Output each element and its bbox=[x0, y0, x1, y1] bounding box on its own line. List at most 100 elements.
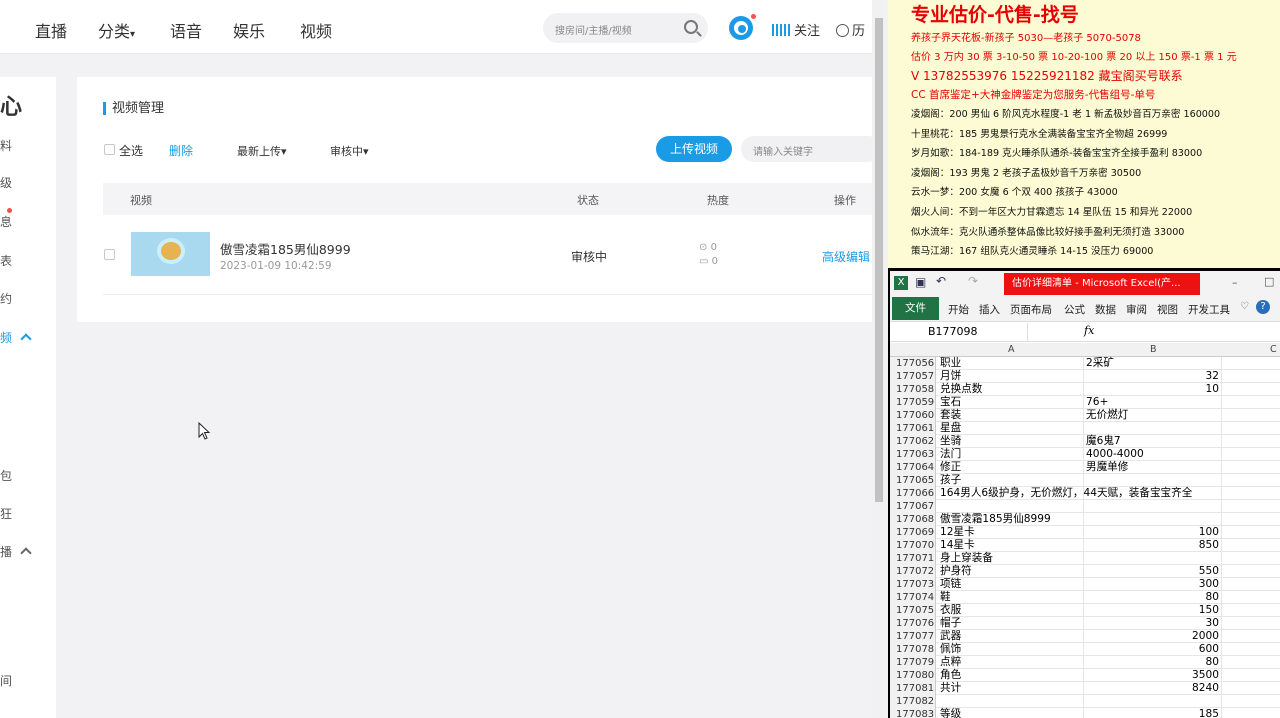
sort-dropdown[interactable]: 最新上传▾ bbox=[237, 143, 287, 159]
table-row[interactable]: 177079 点粹 80 bbox=[890, 656, 1280, 669]
cell-b[interactable] bbox=[1083, 552, 1221, 565]
row-number[interactable]: 177078 bbox=[890, 643, 936, 656]
row-number[interactable]: 177073 bbox=[890, 578, 936, 591]
cell-c[interactable] bbox=[1221, 448, 1280, 461]
sidebar-item[interactable]: 播 bbox=[0, 543, 12, 560]
cell-c[interactable] bbox=[1221, 526, 1280, 539]
redo-icon[interactable]: ↷ bbox=[968, 274, 978, 288]
cell-b[interactable]: 850 bbox=[1083, 539, 1221, 552]
nav-entertainment[interactable]: 娱乐 bbox=[233, 18, 265, 42]
minimize-icon[interactable]: – bbox=[1232, 276, 1238, 289]
row-number[interactable]: 177072 bbox=[890, 565, 936, 578]
cell-c[interactable] bbox=[1221, 539, 1280, 552]
tab-page-layout[interactable]: 页面布局 bbox=[1010, 302, 1052, 317]
fx-icon[interactable]: fx bbox=[1084, 324, 1094, 337]
cell-a[interactable]: 傲雪凌霜185男仙8999 bbox=[940, 513, 1082, 526]
cell-c[interactable] bbox=[1221, 383, 1280, 396]
maximize-icon[interactable]: □ bbox=[1264, 275, 1274, 288]
cell-c[interactable] bbox=[1221, 695, 1280, 708]
follow-button[interactable]: 关注 bbox=[772, 20, 820, 39]
tab-insert[interactable]: 插入 bbox=[979, 302, 1000, 317]
sidebar-item[interactable]: 包 bbox=[0, 467, 12, 484]
cell-c[interactable] bbox=[1221, 357, 1280, 370]
cell-c[interactable] bbox=[1221, 565, 1280, 578]
cell-b[interactable]: 10 bbox=[1083, 383, 1221, 396]
table-row[interactable]: 177062 坐骑 魔6鬼7 bbox=[890, 435, 1280, 448]
table-row[interactable]: 177074 鞋 80 bbox=[890, 591, 1280, 604]
row-number[interactable]: 177082 bbox=[890, 695, 936, 708]
cell-b[interactable] bbox=[1083, 474, 1221, 487]
spreadsheet-grid[interactable]: 177056 职业 2采矿 177057 月饼 32 177058 兑换点数 10 177059 宝… bbox=[890, 357, 1280, 718]
cell-a[interactable]: 星盘 bbox=[940, 422, 1082, 435]
chevron-up-icon[interactable] bbox=[20, 333, 32, 345]
sidebar-item[interactable]: 级 bbox=[0, 174, 12, 191]
cell-a[interactable]: 坐骑 bbox=[940, 435, 1082, 448]
cell-a[interactable]: 鞋 bbox=[940, 591, 1082, 604]
table-row[interactable]: 177066 164男人6级护身，无价燃灯，44天赋，装备宝宝齐全 bbox=[890, 487, 1280, 500]
search-input[interactable]: 搜房间/主播/视频 bbox=[543, 13, 708, 43]
row-checkbox[interactable] bbox=[104, 249, 115, 260]
table-row[interactable]: 177075 衣服 150 bbox=[890, 604, 1280, 617]
tab-developer[interactable]: 开发工具 bbox=[1188, 302, 1230, 317]
column-header-a[interactable]: A bbox=[1008, 344, 1015, 355]
table-row[interactable]: 177078 佩饰 600 bbox=[890, 643, 1280, 656]
cell-a[interactable]: 套装 bbox=[940, 409, 1082, 422]
table-row[interactable]: 177068 傲雪凌霜185男仙8999 bbox=[890, 513, 1280, 526]
upload-video-button[interactable]: 上传视频 bbox=[656, 136, 732, 162]
table-row[interactable]: 177063 法门 4000-4000 bbox=[890, 448, 1280, 461]
row-number[interactable]: 177068 bbox=[890, 513, 936, 526]
tab-data[interactable]: 数据 bbox=[1095, 302, 1116, 317]
help-icon[interactable]: ? bbox=[1256, 300, 1270, 314]
nav-category[interactable]: 分类▾ bbox=[98, 18, 135, 42]
cell-b[interactable]: 2000 bbox=[1083, 630, 1221, 643]
row-number[interactable]: 177061 bbox=[890, 422, 936, 435]
cell-c[interactable] bbox=[1221, 604, 1280, 617]
cell-b[interactable]: 550 bbox=[1083, 565, 1221, 578]
video-title[interactable]: 傲雪凌霜185男仙8999 bbox=[220, 239, 351, 258]
row-number[interactable]: 177081 bbox=[890, 682, 936, 695]
cell-c[interactable] bbox=[1221, 396, 1280, 409]
sidebar-item[interactable]: 表 bbox=[0, 252, 12, 269]
cell-c[interactable] bbox=[1221, 409, 1280, 422]
cell-a[interactable]: 项链 bbox=[940, 578, 1082, 591]
cell-b[interactable]: 4000-4000 bbox=[1083, 448, 1221, 461]
row-number[interactable]: 177071 bbox=[890, 552, 936, 565]
cell-b[interactable]: 185 bbox=[1083, 708, 1221, 718]
cell-a[interactable]: 等级 bbox=[940, 708, 1082, 718]
cell-c[interactable] bbox=[1221, 513, 1280, 526]
cell-b[interactable]: 无价燃灯 bbox=[1083, 409, 1221, 422]
cell-c[interactable] bbox=[1221, 656, 1280, 669]
row-number[interactable]: 177083 bbox=[890, 708, 936, 718]
cell-c[interactable] bbox=[1221, 591, 1280, 604]
search-icon[interactable] bbox=[684, 20, 698, 34]
sidebar-item[interactable]: 约 bbox=[0, 290, 12, 307]
cell-c[interactable] bbox=[1221, 435, 1280, 448]
cell-c[interactable] bbox=[1221, 370, 1280, 383]
table-row[interactable]: 177060 套装 无价燃灯 bbox=[890, 409, 1280, 422]
cell-a[interactable]: 月饼 bbox=[940, 370, 1082, 383]
table-row[interactable]: 177070 14星卡 850 bbox=[890, 539, 1280, 552]
cell-b[interactable]: 300 bbox=[1083, 578, 1221, 591]
cell-b[interactable]: 魔6鬼7 bbox=[1083, 435, 1221, 448]
cell-c[interactable] bbox=[1221, 682, 1280, 695]
cell-a[interactable]: 职业 bbox=[940, 357, 1082, 370]
nav-voice[interactable]: 语音 bbox=[170, 18, 202, 42]
cell-b[interactable]: 76+ bbox=[1083, 396, 1221, 409]
cell-b[interactable]: 30 bbox=[1083, 617, 1221, 630]
cell-c[interactable] bbox=[1221, 630, 1280, 643]
cell-c[interactable] bbox=[1221, 422, 1280, 435]
save-icon[interactable]: ▣ bbox=[915, 275, 926, 289]
row-number[interactable]: 177060 bbox=[890, 409, 936, 422]
table-row[interactable]: 177069 12星卡 100 bbox=[890, 526, 1280, 539]
cell-c[interactable] bbox=[1221, 643, 1280, 656]
table-row[interactable]: 177067 bbox=[890, 500, 1280, 513]
row-number[interactable]: 177077 bbox=[890, 630, 936, 643]
cell-b[interactable] bbox=[1083, 422, 1221, 435]
cell-a[interactable]: 法门 bbox=[940, 448, 1082, 461]
row-number[interactable]: 177062 bbox=[890, 435, 936, 448]
cell-b[interactable]: 600 bbox=[1083, 643, 1221, 656]
cell-c[interactable] bbox=[1221, 669, 1280, 682]
cell-b[interactable]: 80 bbox=[1083, 656, 1221, 669]
table-row[interactable]: 177083 等级 185 bbox=[890, 708, 1280, 718]
cell-b[interactable] bbox=[1083, 513, 1221, 526]
